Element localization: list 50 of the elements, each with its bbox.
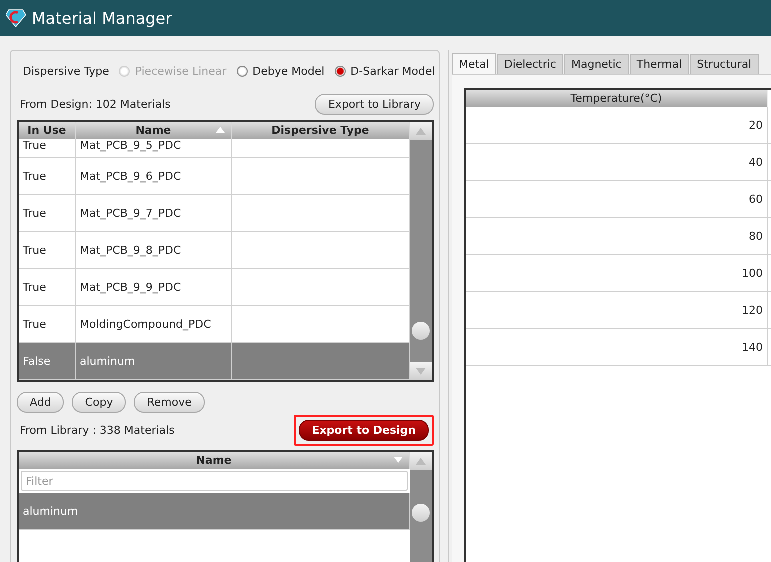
table-cell: True <box>19 195 76 231</box>
table-cell: False <box>19 343 76 379</box>
sort-ascending-icon <box>216 127 225 133</box>
table-cell: MoldingCompound_PDC <box>76 306 232 342</box>
property-tab[interactable]: Magnetic <box>564 54 629 74</box>
table-cell: Mat_PCB_9_9_PDC <box>76 269 232 305</box>
property-tab[interactable]: Dielectric <box>497 54 564 74</box>
table-action-button[interactable]: Remove <box>134 392 205 413</box>
table-cell: aluminum <box>76 343 232 379</box>
column-header[interactable]: Temperature(°C) <box>466 90 768 107</box>
dispersive-type-label: Dispersive Type <box>23 65 110 78</box>
table-action-button[interactable]: Add <box>17 392 64 413</box>
table-row[interactable]: aluminum <box>19 493 410 530</box>
table-row[interactable]: True MoldingCompound_PDC <box>19 306 410 343</box>
table-row[interactable]: False aluminum <box>19 343 410 380</box>
table-row[interactable]: True Mat_PCB_9_6_PDC <box>19 158 410 195</box>
table-row[interactable]: True Mat_PCB_9_9_PDC <box>19 269 410 306</box>
scrollbar[interactable] <box>410 122 432 380</box>
property-tab[interactable]: Metal <box>452 53 496 74</box>
window-title: Material Manager <box>32 8 172 28</box>
table-cell: True <box>19 139 76 157</box>
design-summary: From Design: 102 Materials <box>20 98 171 111</box>
scroll-thumb[interactable] <box>412 504 430 522</box>
arrow-down-icon[interactable] <box>416 368 426 374</box>
library-summary: From Library : 338 Materials <box>20 424 175 437</box>
table-cell: Mat_PCB_9_8_PDC <box>76 232 232 268</box>
table-action-button[interactable]: Copy <box>72 392 126 413</box>
scroll-thumb[interactable] <box>412 322 430 340</box>
table-cell: True <box>19 232 76 268</box>
table-cell: Mat_PCB_9_5_PDC <box>76 139 232 157</box>
export-to-design-button[interactable]: Export to Design <box>299 420 429 441</box>
table-cell: Mat_PCB_9_7_PDC <box>76 195 232 231</box>
table-row[interactable]: True Mat_PCB_9_8_PDC <box>19 232 410 269</box>
table-row[interactable]: True Mat_PCB_9_5_PDC <box>19 139 410 158</box>
export-to-library-button[interactable]: Export to Library <box>315 94 434 115</box>
scrollbar[interactable] <box>410 452 432 562</box>
table-cell: True <box>19 158 76 194</box>
table-cell: True <box>19 306 76 342</box>
table-row[interactable]: True Mat_PCB_9_7_PDC <box>19 195 410 232</box>
diamond-logo-icon <box>6 9 26 27</box>
radio-option[interactable]: D-Sarkar Model <box>334 65 436 78</box>
radio-option[interactable]: Debye Model <box>236 65 325 78</box>
arrow-up-icon[interactable] <box>416 458 426 464</box>
dropdown-icon <box>394 457 403 463</box>
table-cell: Mat_PCB_9_6_PDC <box>76 158 232 194</box>
property-tab[interactable]: Thermal <box>630 54 690 74</box>
property-tab[interactable]: Structural <box>690 54 759 74</box>
filter-field[interactable]: Filter <box>21 471 408 491</box>
arrow-up-icon[interactable] <box>416 128 426 134</box>
table-cell: True <box>19 269 76 305</box>
